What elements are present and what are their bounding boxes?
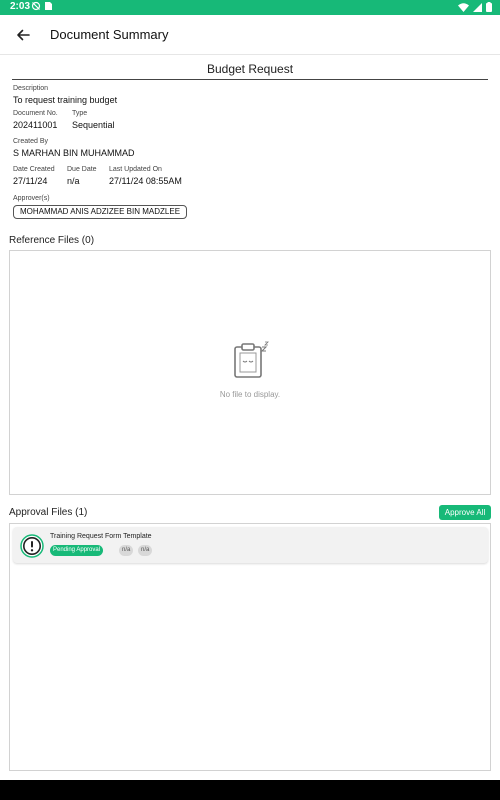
reference-files-heading: Reference Files (0) (9, 235, 95, 246)
approval-file-item[interactable]: Training Request Form Template Pending A… (13, 527, 488, 563)
file-tag-chip: n/a (138, 545, 153, 556)
exclamation-circle-icon (20, 534, 44, 558)
description-value: To request training budget (13, 95, 118, 105)
approvers-label: Approver(s) (13, 195, 50, 202)
type-value: Sequential (72, 120, 115, 130)
created-by-value: S MARHAN BIN MUHAMMAD (13, 148, 135, 158)
due-date-label: Due Date (67, 166, 97, 173)
last-updated-value: 27/11/24 08:55AM (109, 176, 182, 186)
battery-icon (486, 2, 492, 12)
status-badge: Pending Approval (50, 545, 104, 556)
page-title: Document Summary (50, 27, 169, 42)
approval-file-name: Training Request Form Template (50, 533, 152, 540)
wifi-icon (458, 2, 469, 12)
reference-files-panel: No file to display. (9, 250, 491, 495)
status-time: 2:03 (10, 1, 31, 12)
alarm-off-icon (31, 1, 41, 11)
arrow-left-icon (17, 29, 30, 41)
approve-all-button[interactable]: Approve All (439, 505, 491, 520)
empty-state-text: No file to display. (219, 390, 281, 399)
approval-files-heading: Approval Files (1) (9, 507, 88, 518)
date-created-value: 27/11/24 (13, 176, 48, 186)
type-label: Type (72, 110, 88, 117)
system-navigation-bar (0, 780, 500, 800)
due-date-value: n/a (67, 176, 80, 186)
file-tag-chip: n/a (119, 545, 134, 556)
document-title: Budget Request (206, 62, 294, 76)
document-number-label: Document No. (13, 110, 58, 117)
title-divider (12, 79, 488, 80)
approver-chip[interactable]: MOHAMMAD ANIS ADZIZEE BIN MADZLEE (13, 205, 188, 219)
back-button[interactable] (12, 24, 34, 46)
document-number-value: 202411001 (13, 120, 58, 130)
created-by-label: Created By (13, 138, 49, 145)
sim-card-icon (45, 2, 52, 10)
cellular-icon (473, 2, 482, 12)
status-bar: 2:03 (0, 0, 500, 15)
last-updated-label: Last Updated On (109, 166, 162, 173)
date-created-label: Date Created (13, 166, 55, 173)
approval-files-panel: Training Request Form Template Pending A… (9, 523, 491, 771)
description-label: Description (13, 85, 49, 92)
sleeping-clipboard-icon (234, 341, 269, 378)
app-bar: Document Summary (0, 15, 500, 55)
